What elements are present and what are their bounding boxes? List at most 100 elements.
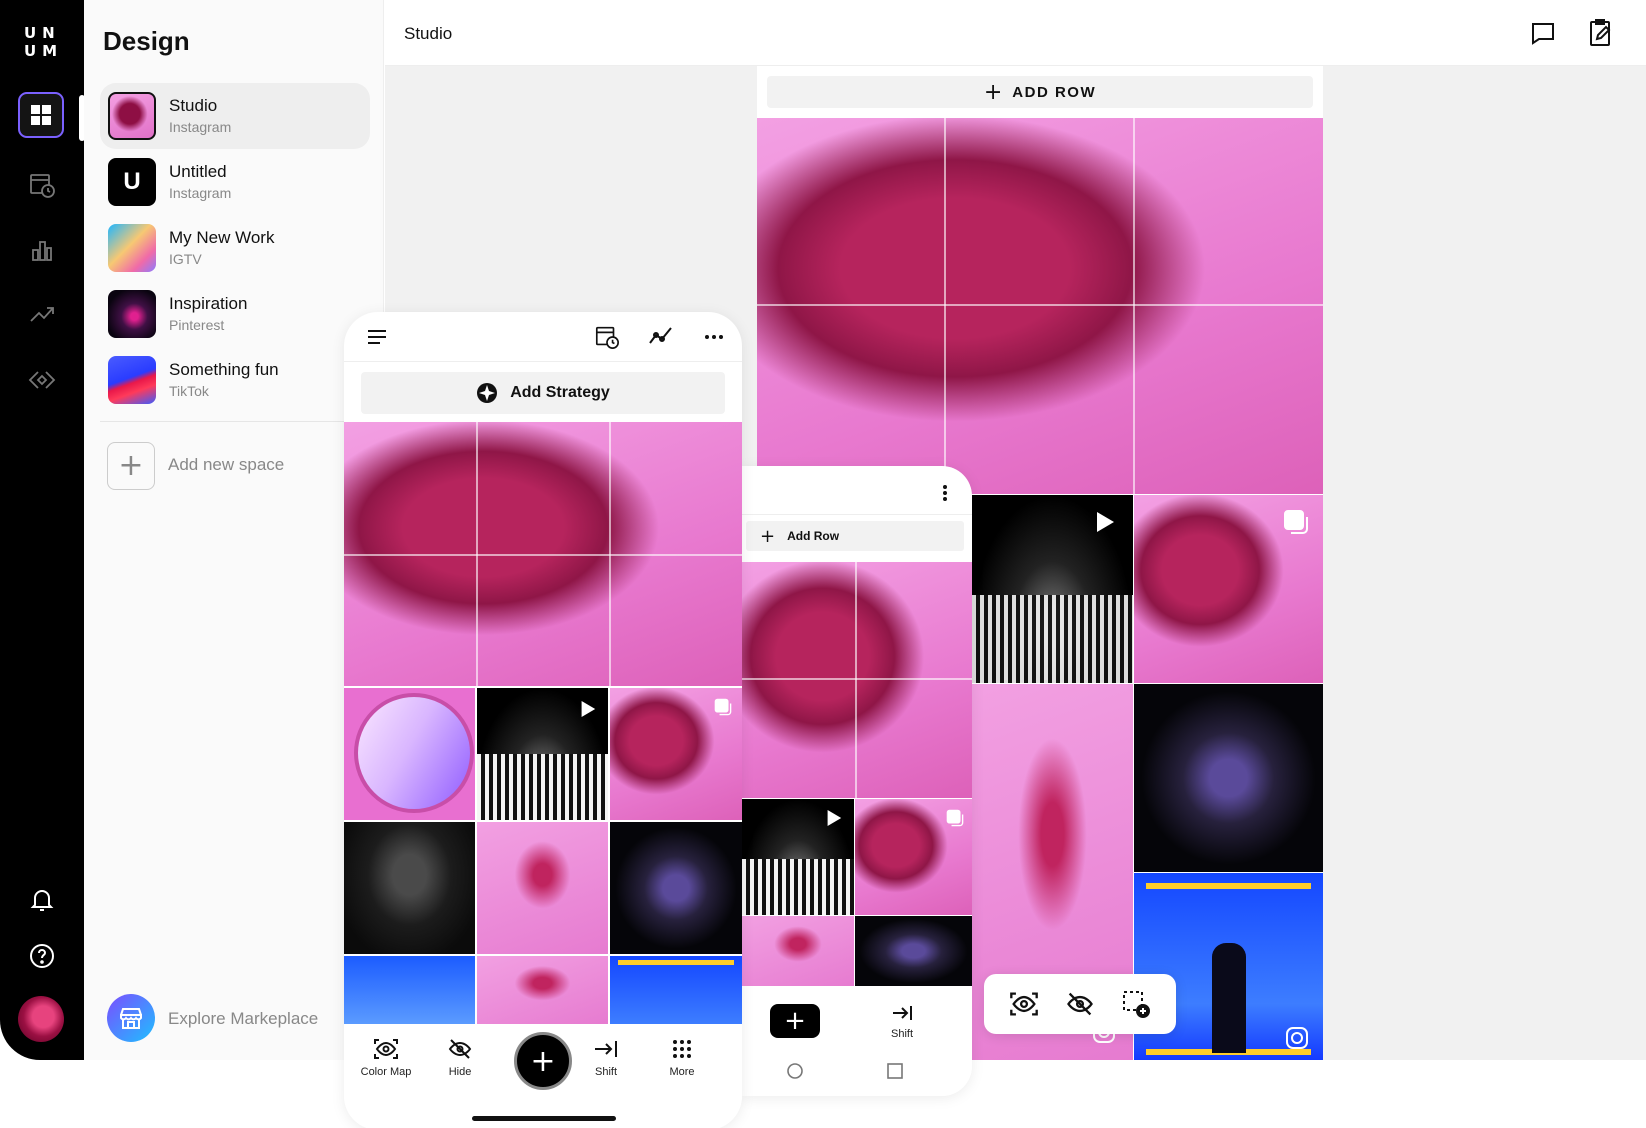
shift-right-icon <box>595 1041 617 1057</box>
plus-icon: + <box>530 1043 556 1079</box>
space-item-inspiration[interactable]: Inspiration Pinterest <box>100 281 370 347</box>
feed-tile-portrait[interactable] <box>855 799 972 915</box>
more-vertical-icon[interactable] <box>942 484 948 502</box>
analytics-line-icon[interactable] <box>648 326 674 346</box>
feed-tile-video[interactable] <box>477 688 608 820</box>
shift-button[interactable]: Shift <box>872 1004 932 1040</box>
notifications-button[interactable] <box>22 880 62 920</box>
feed-tile-night[interactable] <box>855 916 972 986</box>
play-icon <box>1097 512 1114 532</box>
schedule-nav-button[interactable] <box>22 165 62 205</box>
more-button[interactable]: More <box>644 1038 720 1078</box>
grid-icon <box>31 105 51 125</box>
feed-tile-shadow[interactable] <box>344 822 475 954</box>
eye-scan-icon[interactable] <box>1009 991 1039 1017</box>
top-bar <box>385 0 1646 66</box>
feed-preview-tablet: + Add Row + Shift <box>742 466 972 1096</box>
floating-toolbar <box>984 974 1176 1034</box>
space-type: IGTV <box>169 251 202 267</box>
menu-icon[interactable] <box>366 328 388 346</box>
add-post-button[interactable]: + <box>770 1004 820 1038</box>
space-name: Untitled <box>169 162 227 181</box>
color-map-button[interactable]: Color Map <box>348 1038 424 1078</box>
feed-tile-portrait[interactable] <box>1134 495 1323 683</box>
sidebar-divider <box>100 421 370 422</box>
add-space-button[interactable]: + <box>107 442 155 490</box>
plus-icon: + <box>760 525 776 547</box>
space-item-something-fun[interactable]: Something fun TikTok <box>100 347 370 413</box>
plus-icon: + <box>118 448 144 483</box>
marketplace-button[interactable] <box>107 994 155 1042</box>
space-thumbnail: U <box>108 158 156 206</box>
explore-marketplace-link[interactable]: Explore Markeplace <box>168 1009 318 1029</box>
space-item-untitled[interactable]: U Untitled Instagram <box>100 149 370 215</box>
eye-scan-icon <box>374 1039 398 1059</box>
edit-clipboard-icon <box>1590 19 1611 46</box>
play-icon <box>827 810 842 826</box>
edit-button[interactable] <box>1588 18 1614 53</box>
home-circle-icon[interactable] <box>786 1062 804 1080</box>
comments-button[interactable] <box>1530 20 1556 51</box>
user-avatar[interactable] <box>18 996 64 1042</box>
nav-rail: UN UM <box>0 0 84 1060</box>
feed-tile-night[interactable] <box>1134 684 1323 872</box>
trend-up-icon <box>30 307 54 322</box>
help-button[interactable] <box>22 936 62 976</box>
instagram-icon <box>1286 1027 1308 1049</box>
app-logo[interactable]: UN UM <box>24 26 60 59</box>
feed-tile-blue-room[interactable] <box>610 956 742 1024</box>
feed-tile-video[interactable] <box>742 799 854 915</box>
grid-dots-icon <box>673 1040 691 1058</box>
eye-off-icon[interactable] <box>1065 991 1095 1017</box>
space-name: My New Work <box>169 228 275 247</box>
comment-icon <box>1532 23 1554 45</box>
feed-tile-hero[interactable] <box>742 562 972 798</box>
add-row-button[interactable]: + ADD ROW <box>767 76 1313 108</box>
feed-tile-hero[interactable] <box>757 118 1323 494</box>
space-thumbnail <box>108 224 156 272</box>
link-diamond-icon <box>28 371 56 389</box>
shift-button[interactable]: Shift <box>568 1038 644 1078</box>
carousel-icon <box>714 698 732 716</box>
plus-icon: + <box>983 79 1003 105</box>
add-post-button[interactable]: + <box>514 1032 572 1090</box>
feed-tile-video[interactable] <box>972 495 1133 683</box>
calendar-clock-icon[interactable] <box>594 324 620 350</box>
more-horizontal-icon[interactable] <box>704 334 724 340</box>
space-thumbnail <box>108 290 156 338</box>
feed-tile-flower[interactable] <box>742 916 854 986</box>
carousel-icon <box>946 809 964 827</box>
eye-off-icon <box>448 1039 472 1059</box>
feed-tile-night[interactable] <box>610 822 742 954</box>
play-icon <box>581 701 596 717</box>
phone-bottom-bar: Color Map Hide + Shift More <box>344 1024 742 1128</box>
help-icon <box>30 944 54 968</box>
space-type: Instagram <box>169 119 232 135</box>
dashboard-nav-button[interactable] <box>18 92 64 138</box>
space-type: TikTok <box>169 383 209 399</box>
phone-toolbar <box>344 312 742 362</box>
integrations-nav-button[interactable] <box>22 360 62 400</box>
home-indicator <box>472 1116 616 1121</box>
calendar-clock-icon <box>30 174 55 198</box>
feed-tile-flower[interactable] <box>477 822 608 954</box>
recent-square-icon[interactable] <box>886 1062 904 1080</box>
add-selection-icon[interactable] <box>1121 989 1151 1019</box>
add-strategy-button[interactable]: Add Strategy <box>361 372 725 414</box>
tablet-bottom-bar: + Shift <box>742 986 972 1096</box>
space-name: Studio <box>169 96 218 115</box>
hide-button[interactable]: Hide <box>422 1038 498 1078</box>
bar-chart-icon <box>32 241 52 261</box>
storefront-icon <box>120 1008 142 1029</box>
add-row-button-small[interactable]: + Add Row <box>746 521 964 551</box>
space-item-my-new-work[interactable]: My New Work IGTV <box>100 215 370 281</box>
analytics-nav-button[interactable] <box>22 230 62 270</box>
feed-tile-portrait[interactable] <box>610 688 742 820</box>
trends-nav-button[interactable] <box>22 294 62 334</box>
add-space-label[interactable]: Add new space <box>168 455 284 475</box>
feed-tile-flower-2[interactable] <box>477 956 608 1024</box>
feed-tile-mirror[interactable] <box>344 688 475 820</box>
feed-tile-blue[interactable] <box>344 956 475 1024</box>
space-item-studio[interactable]: Studio Instagram <box>100 83 370 149</box>
feed-preview-phone: Add Strategy Color Map Hide + Shift More <box>344 312 742 1128</box>
